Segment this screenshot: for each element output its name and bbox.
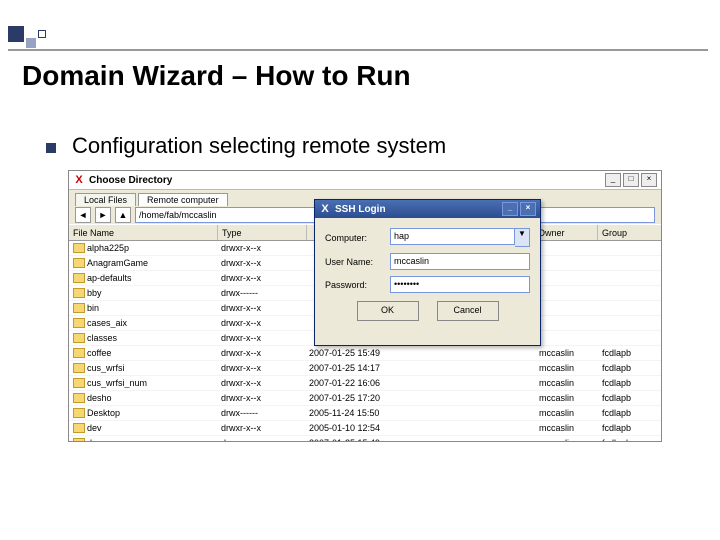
- forward-icon[interactable]: ►: [95, 207, 111, 223]
- folder-icon: [73, 378, 85, 388]
- folder-icon: [73, 243, 85, 253]
- folder-icon: [73, 363, 85, 373]
- cancel-button[interactable]: Cancel: [437, 301, 499, 321]
- up-icon[interactable]: ▲: [115, 207, 131, 223]
- tab-local[interactable]: Local Files: [75, 193, 136, 206]
- minimize-button[interactable]: _: [605, 173, 621, 187]
- ssh-login-dialog: X SSH Login _ × Computer: hap ▼ User Nam…: [314, 199, 541, 346]
- ssh-titlebar: X SSH Login _ ×: [315, 200, 540, 218]
- username-label: User Name:: [325, 257, 390, 267]
- folder-icon: [73, 423, 85, 433]
- slide-divider: [8, 49, 708, 51]
- ssh-close-button[interactable]: ×: [520, 202, 536, 216]
- folder-icon: [73, 333, 85, 343]
- ok-button[interactable]: OK: [357, 301, 419, 321]
- col-name[interactable]: File Name: [69, 225, 218, 240]
- slide-subtitle: Configuration selecting remote system: [72, 133, 446, 159]
- folder-icon: [73, 408, 85, 418]
- col-type[interactable]: Type: [218, 225, 307, 240]
- bullet-icon: [46, 143, 56, 153]
- table-row[interactable]: docdrwxr-x--x2007-01-25 15:49mccaslinfcd…: [69, 436, 661, 441]
- file-browser-titlebar: X Choose Directory _ □ ×: [69, 171, 661, 190]
- ssh-title-text: SSH Login: [335, 204, 498, 215]
- table-row[interactable]: cus_wrfsidrwxr-x--x2007-01-25 14:17mccas…: [69, 361, 661, 376]
- computer-dropdown-button[interactable]: ▼: [515, 228, 530, 247]
- folder-icon: [73, 303, 85, 313]
- file-browser-window: X Choose Directory _ □ × Local Files Rem…: [68, 170, 662, 442]
- password-label: Password:: [325, 280, 390, 290]
- ssh-minimize-button[interactable]: _: [502, 202, 518, 216]
- col-owner[interactable]: Owner: [534, 225, 598, 240]
- folder-icon: [73, 318, 85, 328]
- table-row[interactable]: devdrwxr-x--x2005-01-10 12:54mccaslinfcd…: [69, 421, 661, 436]
- app-x-icon: X: [73, 174, 85, 186]
- folder-icon: [73, 348, 85, 358]
- folder-icon: [73, 273, 85, 283]
- file-browser-title: Choose Directory: [89, 175, 601, 186]
- col-group[interactable]: Group: [598, 225, 661, 240]
- ssh-x-icon: X: [319, 203, 331, 215]
- back-icon[interactable]: ◄: [75, 207, 91, 223]
- username-input[interactable]: mccaslin: [390, 253, 530, 270]
- folder-icon: [73, 438, 85, 441]
- computer-input[interactable]: hap: [390, 228, 515, 245]
- slide-decor: [8, 26, 70, 48]
- folder-icon: [73, 393, 85, 403]
- tab-remote[interactable]: Remote computer: [138, 193, 228, 206]
- computer-label: Computer:: [325, 233, 390, 243]
- table-row[interactable]: coffeedrwxr-x--x2007-01-25 15:49mccaslin…: [69, 346, 661, 361]
- password-input[interactable]: ••••••••: [390, 276, 530, 293]
- folder-icon: [73, 258, 85, 268]
- table-row[interactable]: Desktopdrwx------2005-11-24 15:50mccasli…: [69, 406, 661, 421]
- slide-title: Domain Wizard – How to Run: [22, 60, 411, 92]
- close-button[interactable]: ×: [641, 173, 657, 187]
- folder-icon: [73, 288, 85, 298]
- maximize-button[interactable]: □: [623, 173, 639, 187]
- table-row[interactable]: cus_wrfsi_numdrwxr-x--x2007-01-22 16:06m…: [69, 376, 661, 391]
- table-row[interactable]: deshodrwxr-x--x2007-01-25 17:20mccaslinf…: [69, 391, 661, 406]
